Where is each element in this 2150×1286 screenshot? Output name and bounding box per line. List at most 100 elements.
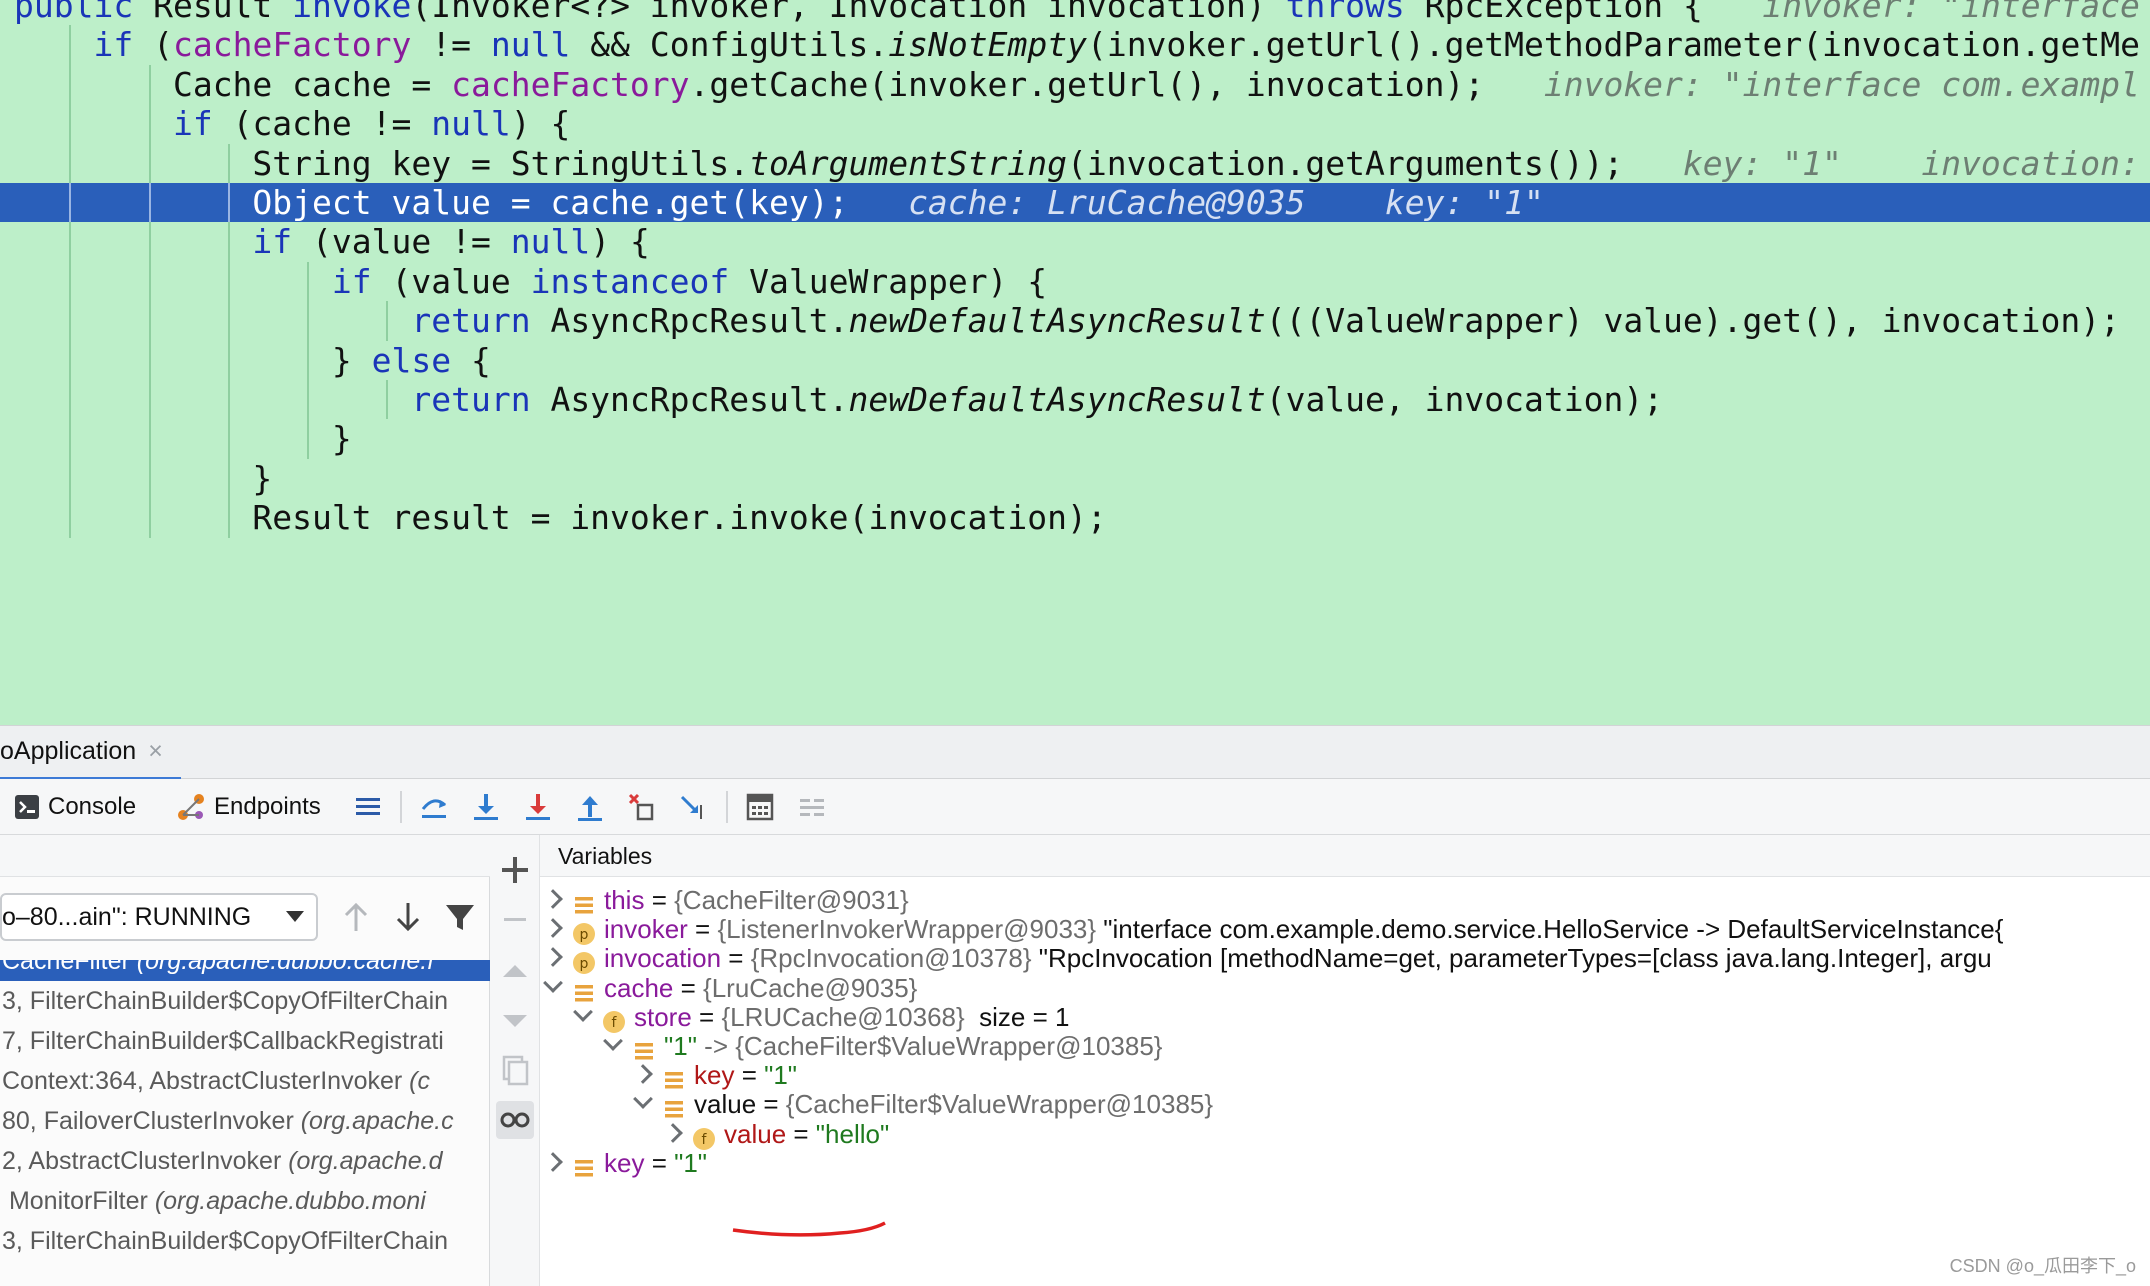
code-token: toArgumentString [749, 143, 1068, 183]
code-line[interactable]: if (cache != null) { [0, 104, 2150, 144]
code-token: ValueWrapper) { [729, 261, 1048, 301]
chevron-right-icon[interactable] [633, 1064, 653, 1085]
indent-guide [307, 380, 309, 420]
code-line-current[interactable]: Object value = cache.get(key); cache: Lr… [0, 183, 2150, 223]
chevron-down-icon[interactable] [573, 1001, 593, 1022]
thread-selector-value: o–80...ain": RUNNING [2, 902, 252, 931]
variable-row[interactable]: key = "1" [540, 1143, 2150, 1183]
show-watches-icon[interactable] [496, 1101, 534, 1139]
frame-class: (org.apache.dubbo.cache.f [136, 960, 435, 975]
frame-class: (org.apache.dubbo.moni [154, 1187, 426, 1215]
indent-guide [227, 340, 230, 380]
stack-frame[interactable]: Context:364, AbstractClusterInvoker (c [0, 1061, 490, 1101]
code-line[interactable]: } [0, 419, 2150, 459]
code-line[interactable]: public Result invoke(Invoker<?> invoker,… [0, 0, 2150, 25]
move-up-icon[interactable] [496, 951, 534, 989]
code-line[interactable]: Cache cache = cacheFactory.getCache(invo… [0, 64, 2150, 105]
code-line[interactable]: String key = StringUtils.toArgumentStrin… [0, 143, 2150, 183]
indent-guide [227, 143, 230, 183]
chevron-down-icon[interactable] [603, 1031, 623, 1051]
code-token: newDefaultAsyncResult [848, 301, 1266, 341]
previous-frame-icon[interactable] [338, 897, 374, 937]
indent-guide [148, 340, 151, 380]
watermark: CSDN @o_瓜田李下_o [1949, 1256, 2136, 1276]
indent-guide [148, 222, 151, 262]
stack-frame[interactable]: 3, FilterChainBuilder$CopyOfFilterChain [0, 1221, 490, 1261]
chevron-right-icon[interactable] [543, 947, 563, 968]
next-frame-icon[interactable] [390, 897, 426, 937]
console-tab[interactable]: Console [14, 779, 136, 835]
evaluate-expression-icon[interactable] [744, 791, 776, 823]
stack-frame[interactable]: 3, FilterChainBuilder$CopyOfFilterChain [0, 981, 490, 1021]
code-token: isNotEmpty [888, 25, 1087, 65]
add-watch-icon[interactable] [496, 851, 534, 889]
code-token: != [411, 25, 491, 65]
endpoints-label: Endpoints [214, 793, 321, 820]
remove-watch-icon[interactable] [496, 901, 534, 939]
indent-guide [227, 498, 230, 538]
stack-frame[interactable]: CacheFilter (org.apache.dubbo.cache.f [0, 960, 490, 981]
code-token: Result [133, 0, 293, 25]
indent-guide [69, 498, 72, 538]
force-step-into-icon[interactable] [522, 791, 554, 823]
frame-class: (c [409, 1067, 430, 1095]
code-line[interactable]: if (value instanceof ValueWrapper) { [0, 261, 2150, 302]
thread-selector[interactable]: o–80...ain": RUNNING [0, 893, 318, 941]
code-line[interactable]: return AsyncRpcResult.newDefaultAsyncRes… [0, 380, 2150, 420]
code-token: if [172, 104, 213, 144]
stack-frame[interactable]: MonitorFilter (org.apache.dubbo.moni [0, 1181, 490, 1221]
chevron-down-icon[interactable] [543, 972, 563, 993]
chevron-down-icon[interactable] [633, 1089, 653, 1110]
code-token: ) { [590, 222, 650, 262]
indent-guide [148, 301, 151, 341]
code-line[interactable]: } else { [0, 340, 2150, 380]
trace-icon[interactable] [796, 791, 828, 823]
frame-method: MonitorFilter [2, 1187, 155, 1215]
stack-frame[interactable]: 7, FilterChainBuilder$CallbackRegistrati [0, 1021, 490, 1061]
code-token: } [252, 458, 273, 498]
code-line[interactable]: Result result = invoker.invoke(invocatio… [0, 498, 2150, 538]
drop-frame-icon[interactable] [626, 791, 658, 823]
code-token: ( [133, 25, 173, 65]
step-over-icon[interactable] [418, 791, 450, 823]
indent-guide [227, 183, 230, 223]
chevron-right-icon[interactable] [663, 1122, 683, 1143]
move-down-icon[interactable] [496, 1001, 534, 1039]
frame-method: Context:364, AbstractClusterInvoker [2, 1067, 410, 1095]
code-token: else [371, 340, 452, 380]
indent-guide [227, 222, 230, 262]
session-tab[interactable]: oApplication × [0, 726, 181, 780]
code-token: return [411, 380, 531, 419]
step-out-icon[interactable] [574, 791, 606, 823]
endpoints-tab[interactable]: Endpoints [176, 779, 321, 835]
stack-frame[interactable]: 2, AbstractClusterInvoker (org.apache.d [0, 1141, 490, 1181]
code-line[interactable]: } [0, 458, 2150, 499]
indent-guide [386, 301, 389, 341]
code-token: cacheFactory [451, 64, 690, 104]
code-line[interactable]: return AsyncRpcResult.newDefaultAsyncRes… [0, 301, 2150, 341]
frame-method: CacheFilter [2, 960, 137, 975]
duplicate-icon[interactable] [496, 1051, 534, 1089]
close-icon[interactable]: × [148, 737, 163, 766]
indent-guide [69, 458, 72, 499]
stack-frame[interactable]: 80, FailoverClusterInvoker (org.apache.c [0, 1101, 490, 1141]
code-token: public [14, 0, 134, 25]
code-token: cacheFactory [172, 25, 412, 65]
filter-icon[interactable] [442, 897, 478, 937]
code-token: Cache cache = [172, 64, 452, 104]
chevron-right-icon[interactable] [543, 918, 563, 939]
step-into-icon[interactable] [470, 791, 502, 823]
run-to-cursor-icon[interactable] [678, 791, 710, 823]
code-token: { [451, 340, 491, 380]
code-line[interactable]: if (cacheFactory != null && ConfigUtils.… [0, 25, 2150, 65]
code-line[interactable]: if (value != null) { [0, 222, 2150, 262]
chevron-right-icon[interactable] [543, 889, 563, 909]
code-editor[interactable]: public Result invoke(Invoker<?> invoker,… [0, 0, 2150, 725]
chevron-right-icon[interactable] [543, 1151, 563, 1172]
field-icon [572, 1151, 596, 1177]
indent-guide [307, 340, 309, 380]
indent-guide [148, 64, 151, 105]
menu-icon[interactable] [352, 791, 384, 823]
indent-guide [227, 261, 230, 302]
